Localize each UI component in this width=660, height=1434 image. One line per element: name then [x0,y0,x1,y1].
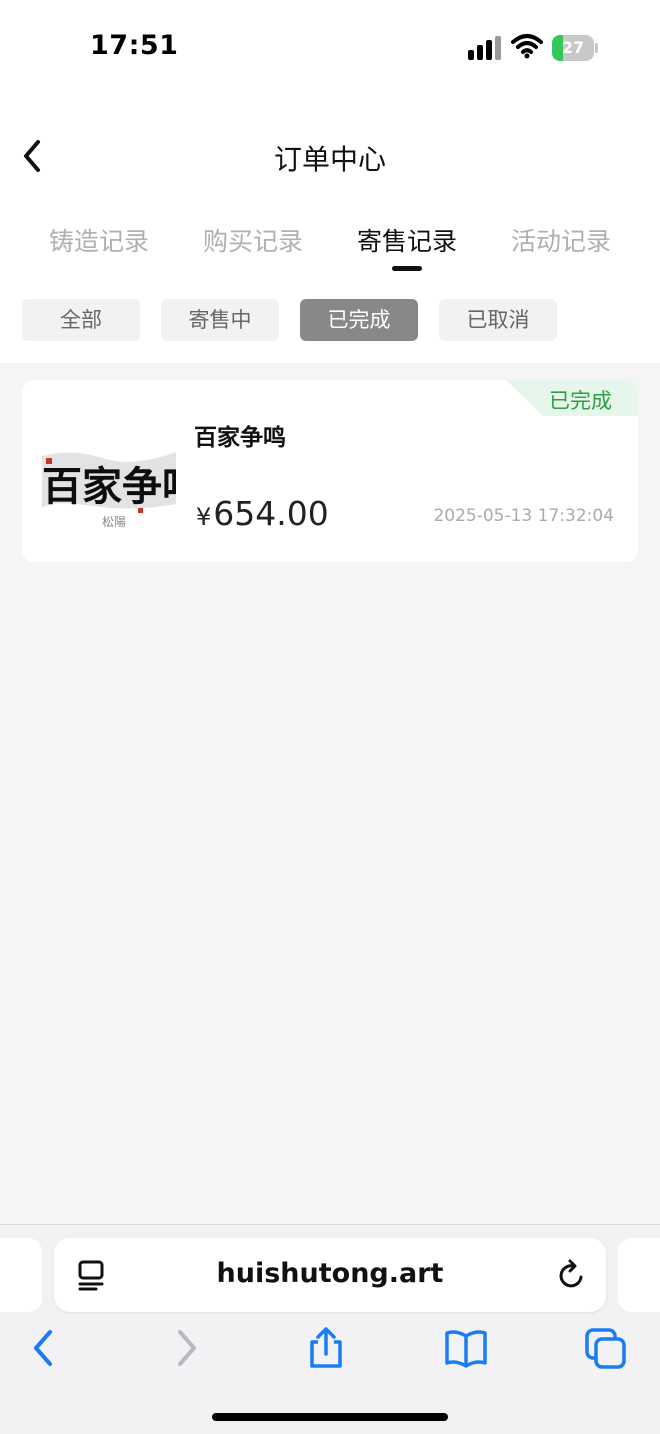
share-icon[interactable] [304,1326,348,1370]
tab-minting-records[interactable]: 铸造记录 [22,222,176,258]
previous-tab-preview[interactable] [0,1238,42,1312]
bookmarks-icon[interactable] [444,1326,488,1370]
product-thumbnail: 百家争鸣 松陽 [42,408,176,538]
order-card[interactable]: 已完成 百家争鸣 松陽 百家争鸣 ¥654.00 2025-05-13 17:3… [22,380,638,562]
tabs-icon[interactable] [584,1326,628,1370]
forward-arrow-icon[interactable] [164,1326,208,1370]
thumbnail-calligraphy: 百家争鸣 [42,463,176,510]
address-bar[interactable]: huishutong.art [54,1238,606,1312]
home-indicator [212,1413,448,1421]
currency-symbol: ¥ [196,503,212,531]
filter-cancelled[interactable]: 已取消 [439,299,557,341]
filter-consigning[interactable]: 寄售中 [161,299,279,341]
page-title: 订单中心 [273,143,386,176]
product-name: 百家争鸣 [194,425,286,451]
order-price: ¥654.00 [196,494,329,533]
battery-icon: 27 [552,35,598,61]
url-text: huishutong.art [216,1258,444,1289]
cellular-signal-icon [468,36,502,60]
price-value: 654.00 [213,494,329,533]
next-tab-preview[interactable] [618,1238,660,1312]
tab-purchase-records[interactable]: 购买记录 [176,222,330,258]
tab-consignment-records[interactable]: 寄售记录 [330,222,484,258]
svg-text:松陽: 松陽 [102,515,126,529]
active-tab-indicator [392,266,422,271]
order-time: 2025-05-13 17:32:04 [433,506,614,526]
filter-all[interactable]: 全部 [22,299,140,341]
reload-icon[interactable] [556,1258,588,1292]
battery-percent: 27 [561,38,585,57]
wifi-icon [511,34,543,59]
tab-activity-records[interactable]: 活动记录 [484,222,638,258]
back-arrow-icon[interactable] [22,1326,66,1370]
record-tabs: 铸造记录 购买记录 寄售记录 活动记录 [0,222,660,282]
status-time: 17:51 [90,30,179,61]
filter-completed[interactable]: 已完成 [300,299,418,341]
status-badge-label: 已完成 [549,389,612,413]
